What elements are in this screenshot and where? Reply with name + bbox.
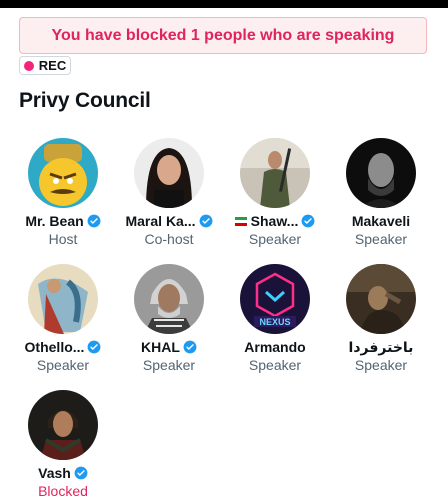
avatar bbox=[134, 264, 204, 334]
verified-badge-icon bbox=[183, 340, 197, 354]
verified-badge-icon bbox=[301, 214, 315, 228]
speaker-role: Speaker bbox=[354, 231, 408, 247]
speaker-role: Speaker bbox=[248, 357, 302, 373]
recording-label: REC bbox=[38, 58, 67, 73]
speaker-name: Armando bbox=[244, 339, 306, 355]
speaker-card[interactable]: Othello... Speaker bbox=[13, 264, 113, 373]
avatar bbox=[240, 138, 310, 208]
verified-badge-icon bbox=[74, 466, 88, 480]
avatar bbox=[28, 390, 98, 460]
speaker-card[interactable]: باخترفردا Speaker bbox=[331, 264, 431, 373]
speaker-card[interactable]: Vash Blocked bbox=[13, 390, 113, 499]
speaker-name: Vash bbox=[38, 465, 71, 481]
verified-badge-icon bbox=[87, 214, 101, 228]
speaker-card[interactable]: Shaw... Speaker bbox=[225, 138, 325, 247]
speaker-name: KHAL bbox=[141, 339, 180, 355]
avatar bbox=[346, 138, 416, 208]
avatar bbox=[28, 138, 98, 208]
avatar bbox=[28, 264, 98, 334]
speaker-card[interactable]: Makaveli Speaker bbox=[331, 138, 431, 247]
recording-badge: REC bbox=[19, 56, 71, 75]
speaker-role: Speaker bbox=[248, 231, 302, 247]
avatar bbox=[134, 138, 204, 208]
speaker-role: Blocked bbox=[38, 483, 88, 499]
speaker-name: Shaw... bbox=[250, 213, 299, 229]
speaker-role: Co-host bbox=[144, 231, 194, 247]
speaker-role: Speaker bbox=[142, 357, 196, 373]
speaker-name: Makaveli bbox=[351, 213, 411, 229]
verified-badge-icon bbox=[88, 340, 101, 354]
section-title: Privy Council bbox=[19, 89, 151, 112]
speaker-card[interactable]: NEXUS Armando Speaker bbox=[225, 264, 325, 373]
speaker-role: Host bbox=[48, 231, 78, 247]
iran-flag-icon bbox=[234, 216, 247, 226]
blocked-speakers-banner[interactable]: You have blocked 1 people who are speaki… bbox=[19, 17, 427, 54]
recording-dot-icon bbox=[23, 60, 34, 71]
avatar bbox=[346, 264, 416, 334]
speaker-role: Speaker bbox=[36, 357, 90, 373]
speaker-card[interactable]: KHAL Speaker bbox=[119, 264, 219, 373]
avatar: NEXUS bbox=[240, 264, 310, 334]
speaker-card[interactable]: Maral Ka... Co-host bbox=[119, 138, 219, 247]
speaker-name: Othello... bbox=[24, 339, 85, 355]
speaker-name: باخترفردا bbox=[348, 338, 414, 355]
speaker-name: Mr. Bean bbox=[25, 213, 84, 229]
speaker-card[interactable]: Mr. Bean Host bbox=[13, 138, 113, 247]
speaker-role: Speaker bbox=[354, 357, 408, 373]
verified-badge-icon bbox=[199, 214, 212, 228]
nexus-logo-text: NEXUS bbox=[259, 317, 290, 327]
speaker-name: Maral Ka... bbox=[125, 213, 196, 229]
top-bar bbox=[0, 0, 448, 8]
